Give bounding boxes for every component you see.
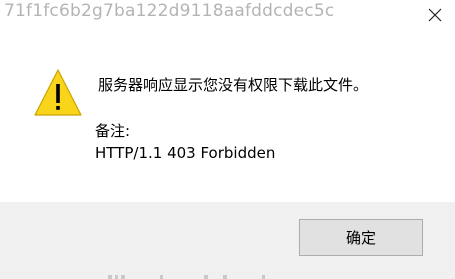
window-title: 71f1fc6b2g7ba122d9118aafddcdec5c bbox=[4, 1, 335, 21]
note-value: HTTP/1.1 403 Forbidden bbox=[95, 144, 276, 162]
ok-button[interactable]: 确定 bbox=[299, 219, 423, 256]
error-dialog: 71f1fc6b2g7ba122d9118aafddcdec5c 服务器响应显示… bbox=[0, 0, 455, 279]
warning-icon bbox=[34, 69, 82, 116]
note-label: 备注: bbox=[95, 122, 131, 140]
error-message: 服务器响应显示您没有权限下载此文件。 bbox=[98, 76, 369, 94]
partial-dialog-edge bbox=[0, 272, 455, 279]
close-button[interactable] bbox=[414, 0, 455, 30]
close-icon bbox=[428, 8, 441, 22]
